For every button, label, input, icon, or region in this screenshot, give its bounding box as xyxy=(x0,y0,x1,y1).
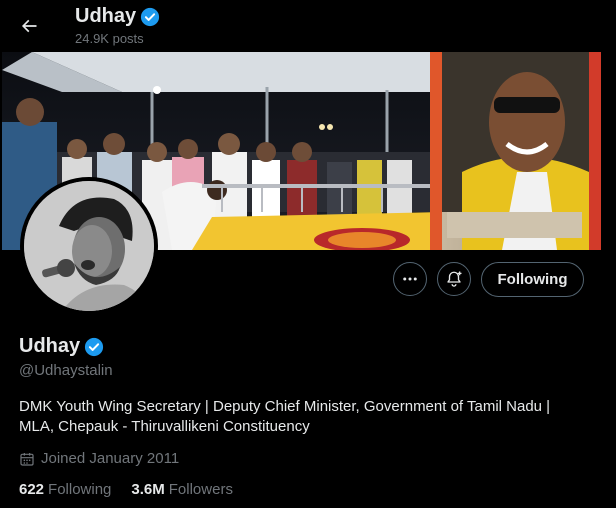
joined-text: Joined January 2011 xyxy=(41,450,180,467)
user-handle: @Udhaystalin xyxy=(19,362,113,379)
back-button[interactable] xyxy=(12,9,46,43)
verified-badge-icon xyxy=(140,7,160,27)
notification-bell-icon xyxy=(447,271,462,287)
followers-count-link[interactable]: 3.6M Followers xyxy=(131,481,233,498)
following-label: Following xyxy=(48,481,112,498)
follow-stats: 622 Following 3.6M Followers xyxy=(19,481,233,498)
more-icon xyxy=(403,277,417,281)
verified-badge-icon[interactable] xyxy=(84,337,104,357)
back-arrow-icon xyxy=(21,19,37,33)
followers-label: Followers xyxy=(168,481,233,498)
top-header: Udhay 24.9K posts xyxy=(0,0,616,52)
profile-bio: DMK Youth Wing Secretary | Deputy Chief … xyxy=(19,398,551,435)
following-count: 622 xyxy=(19,481,45,498)
profile-avatar[interactable] xyxy=(20,177,158,315)
calendar-icon xyxy=(19,451,35,467)
header-display-name: Udhay xyxy=(75,5,137,27)
followers-count: 3.6M xyxy=(131,481,165,498)
header-name-row: Udhay xyxy=(75,5,160,28)
profile-name-row: Udhay xyxy=(19,335,104,358)
more-button[interactable] xyxy=(393,262,427,296)
following-count-link[interactable]: 622 Following xyxy=(19,481,111,498)
following-button[interactable]: Following xyxy=(481,262,584,297)
header-post-count: 24.9K posts xyxy=(75,31,144,46)
joined-date: Joined January 2011 xyxy=(19,450,179,467)
display-name: Udhay xyxy=(19,335,81,357)
notifications-button[interactable] xyxy=(437,262,471,296)
